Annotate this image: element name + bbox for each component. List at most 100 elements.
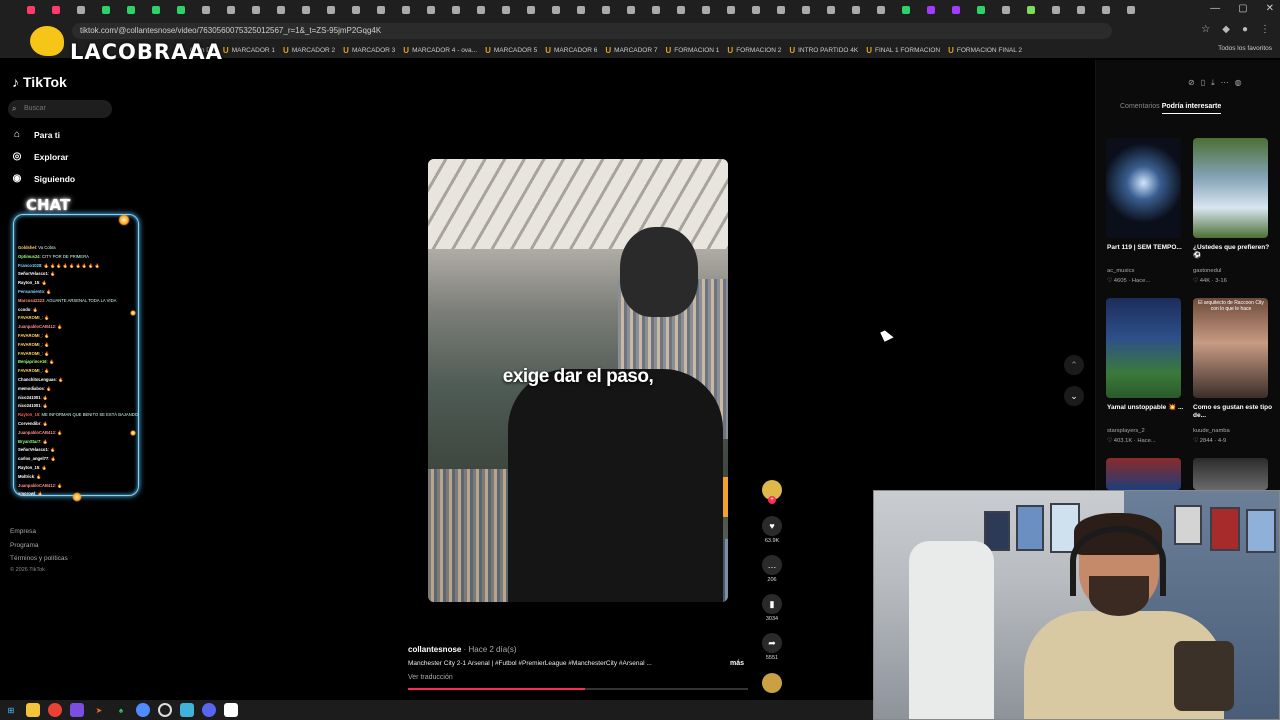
browser-tab[interactable]	[270, 3, 295, 17]
browser-tab[interactable]	[370, 3, 395, 17]
app-icon[interactable]	[70, 703, 84, 717]
browser-tab[interactable]	[420, 3, 445, 17]
bookmark-item[interactable]: U MARCADOR 4 - ova...	[403, 46, 477, 55]
card-author[interactable]: ac_musics	[1107, 268, 1134, 274]
bookmark-item[interactable]: U FORMACION FINAL 2	[948, 46, 1022, 55]
bookmark-item[interactable]: U MARCADOR 1	[223, 46, 275, 55]
share-button[interactable]: ➦ 5551	[762, 633, 782, 661]
browser-tab[interactable]	[695, 3, 720, 17]
browser-tab[interactable]	[470, 3, 495, 17]
card-author[interactable]: kuude_namba	[1193, 428, 1230, 434]
browser-tab[interactable]	[145, 3, 170, 17]
card-author[interactable]: starsplayers_2	[1107, 428, 1145, 434]
bookmark-item[interactable]: U FINAL 1 FORMACION	[866, 46, 940, 55]
browser-tab[interactable]	[45, 3, 70, 17]
save-button[interactable]: ▮ 3034	[762, 594, 782, 622]
browser-tab[interactable]	[495, 3, 520, 17]
browser-tab[interactable]	[1095, 3, 1120, 17]
browser-tab[interactable]	[845, 3, 870, 17]
menu-icon[interactable]: ⋮	[1260, 24, 1270, 35]
browser-tab[interactable]	[820, 3, 845, 17]
bookmark-item[interactable]: U MARCADOR 3	[343, 46, 395, 55]
profile-icon[interactable]: ●	[1242, 24, 1248, 35]
browser-tab[interactable]	[770, 3, 795, 17]
app-icon[interactable]: ➤	[92, 703, 106, 717]
card-title[interactable]: Como es gustan este tipo de...	[1193, 404, 1273, 420]
browser-tab[interactable]	[720, 3, 745, 17]
author-avatar[interactable]: +	[762, 480, 782, 504]
extension-icon[interactable]: ◆	[1222, 24, 1230, 35]
browser-tab[interactable]	[745, 3, 770, 17]
browser-tab[interactable]	[545, 3, 570, 17]
card-title[interactable]: Part 119 | SEM TEMPO...	[1107, 244, 1187, 252]
browser-tab[interactable]	[520, 3, 545, 17]
download-icon[interactable]: ⤓	[1211, 78, 1215, 88]
next-video-button[interactable]: ⌄	[1064, 386, 1084, 406]
browser-tab[interactable]	[1070, 3, 1095, 17]
close-icon[interactable]: ✕	[1266, 3, 1274, 14]
card-title[interactable]: ¿Ustedes que prefieren? ⚽	[1193, 244, 1273, 260]
app-icon[interactable]: ♠	[114, 703, 128, 717]
comment-button[interactable]: … 206	[762, 555, 782, 583]
browser-tab[interactable]	[245, 3, 270, 17]
translate-link[interactable]: Ver traducción	[408, 674, 453, 681]
browser-tab[interactable]	[570, 3, 595, 17]
author-name[interactable]: collantesnose	[408, 645, 461, 654]
browser-tab[interactable]	[345, 3, 370, 17]
browser-tab[interactable]	[395, 3, 420, 17]
chrome-icon[interactable]	[48, 703, 62, 717]
tiktok-logo[interactable]: ♪ TikTok	[12, 74, 67, 90]
user-avatar-icon[interactable]: ◍	[1235, 78, 1242, 88]
footer-programa[interactable]: Programa	[10, 542, 39, 549]
browser-tab[interactable]	[70, 3, 95, 17]
tab-podria-interesarte[interactable]: Podría interesarte	[1161, 103, 1222, 114]
url-field[interactable]: tiktok.com/@collantesnose/video/76305600…	[72, 23, 1112, 39]
browser-tab[interactable]	[870, 3, 895, 17]
bookmark-item[interactable]: U MARCADOR 7	[605, 46, 657, 55]
footer-empresa[interactable]: Empresa	[10, 528, 36, 535]
bookmark-item[interactable]: U FORMACION 2	[727, 46, 781, 55]
browser-tab[interactable]	[320, 3, 345, 17]
browser-tab[interactable]	[1045, 3, 1070, 17]
browser-tab[interactable]	[645, 3, 670, 17]
windows-start-icon[interactable]: ⊞	[4, 703, 18, 717]
nav-para-ti[interactable]: ⌂ Para ti	[10, 129, 60, 140]
browser-tab[interactable]	[195, 3, 220, 17]
all-bookmarks[interactable]: Todos los favoritos	[1218, 45, 1272, 52]
discord-icon[interactable]	[202, 703, 216, 717]
video-progress-bar[interactable]	[408, 688, 748, 690]
maximize-icon[interactable]: ▢	[1238, 3, 1247, 14]
obs-icon[interactable]	[158, 703, 172, 717]
bookmark-item[interactable]: U MARCADOR 2	[283, 46, 335, 55]
phone-icon[interactable]: ▯	[1201, 78, 1205, 88]
browser-tab[interactable]	[95, 3, 120, 17]
more-button[interactable]: más	[730, 660, 744, 667]
browser-tab[interactable]	[620, 3, 645, 17]
browser-tab[interactable]	[120, 3, 145, 17]
browser-tab[interactable]	[220, 3, 245, 17]
search-input[interactable]: ⌕ Buscar	[8, 100, 112, 118]
tab-comentarios[interactable]: Comentarios	[1120, 103, 1160, 114]
card-title[interactable]: Yamal unstoppable 💥 ...	[1107, 404, 1187, 412]
file-explorer-icon[interactable]	[26, 703, 40, 717]
browser-tab[interactable]	[795, 3, 820, 17]
bookmark-item[interactable]: U FORMACION 1	[665, 46, 719, 55]
card-author[interactable]: gastonedul	[1193, 268, 1221, 274]
nav-explorar[interactable]: ◎ Explorar	[10, 151, 69, 162]
app-icon[interactable]	[180, 703, 194, 717]
video-author[interactable]: collantesnose · Hace 2 día(s)	[408, 645, 517, 654]
browser-tab[interactable]	[670, 3, 695, 17]
browser-icon[interactable]	[136, 703, 150, 717]
previous-video-button[interactable]: ⌃	[1064, 355, 1084, 375]
like-button[interactable]: ♥ 63.9K	[762, 516, 782, 544]
browser-tab[interactable]	[1120, 3, 1145, 17]
browser-tab[interactable]	[995, 3, 1020, 17]
browser-tab[interactable]	[295, 3, 320, 17]
browser-tab[interactable]	[920, 3, 945, 17]
browser-tab[interactable]	[20, 3, 45, 17]
browser-tab[interactable]	[170, 3, 195, 17]
browser-tab[interactable]	[595, 3, 620, 17]
card-thumbnail[interactable]: El arquitecto de Raccoon City con lo que…	[1193, 298, 1268, 398]
bookmark-item[interactable]: U MARCADOR 5	[485, 46, 537, 55]
browser-tab[interactable]	[445, 3, 470, 17]
